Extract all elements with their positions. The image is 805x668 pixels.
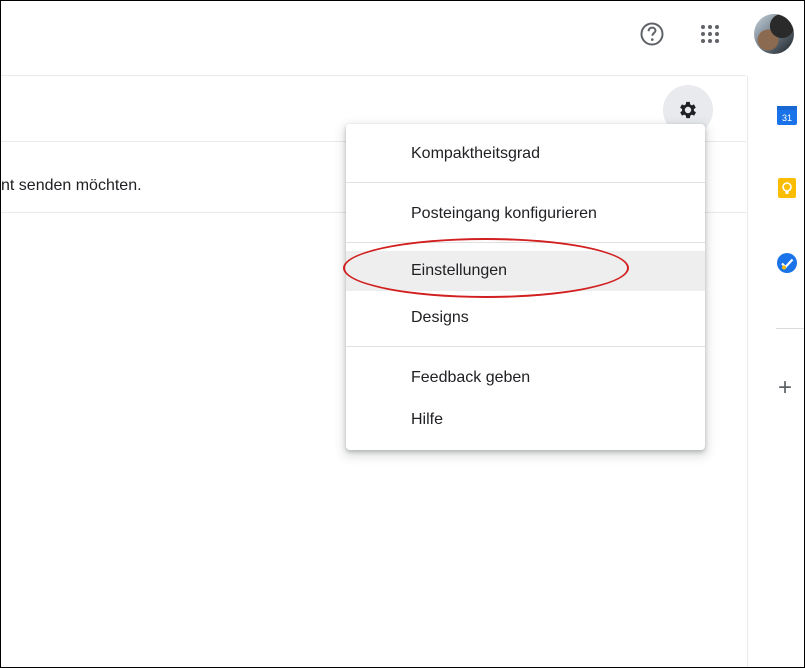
gear-icon bbox=[680, 101, 696, 119]
menu-separator bbox=[346, 182, 705, 183]
settings-menu: Kompaktheitsgrad Posteingang konfigurier… bbox=[346, 124, 705, 450]
menu-item-inbox-config[interactable]: Posteingang konfigurieren bbox=[346, 194, 705, 234]
side-panel-divider bbox=[776, 328, 804, 329]
menu-item-settings[interactable]: Einstellungen bbox=[346, 251, 705, 291]
app-window: nt senden möchten. 31 + Kompaktheitsgrad… bbox=[0, 0, 805, 668]
keep-icon[interactable] bbox=[776, 177, 798, 204]
account-avatar[interactable] bbox=[754, 14, 794, 54]
add-icon[interactable]: + bbox=[778, 376, 792, 400]
menu-item-density[interactable]: Kompaktheitsgrad bbox=[346, 134, 705, 174]
side-panel: 31 + bbox=[747, 76, 804, 667]
tasks-icon[interactable] bbox=[776, 252, 798, 279]
calendar-icon[interactable]: 31 bbox=[776, 104, 798, 131]
menu-separator bbox=[346, 346, 705, 347]
apps-grid-icon[interactable] bbox=[697, 21, 723, 47]
menu-item-help[interactable]: Hilfe bbox=[346, 400, 705, 440]
menu-separator bbox=[346, 242, 705, 243]
menu-item-feedback[interactable]: Feedback geben bbox=[346, 358, 705, 398]
calendar-date-text: 31 bbox=[782, 113, 792, 123]
top-bar bbox=[1, 1, 746, 76]
menu-item-themes[interactable]: Designs bbox=[346, 298, 705, 338]
help-icon[interactable] bbox=[639, 21, 665, 47]
partial-message-text: nt senden möchten. bbox=[1, 177, 142, 194]
